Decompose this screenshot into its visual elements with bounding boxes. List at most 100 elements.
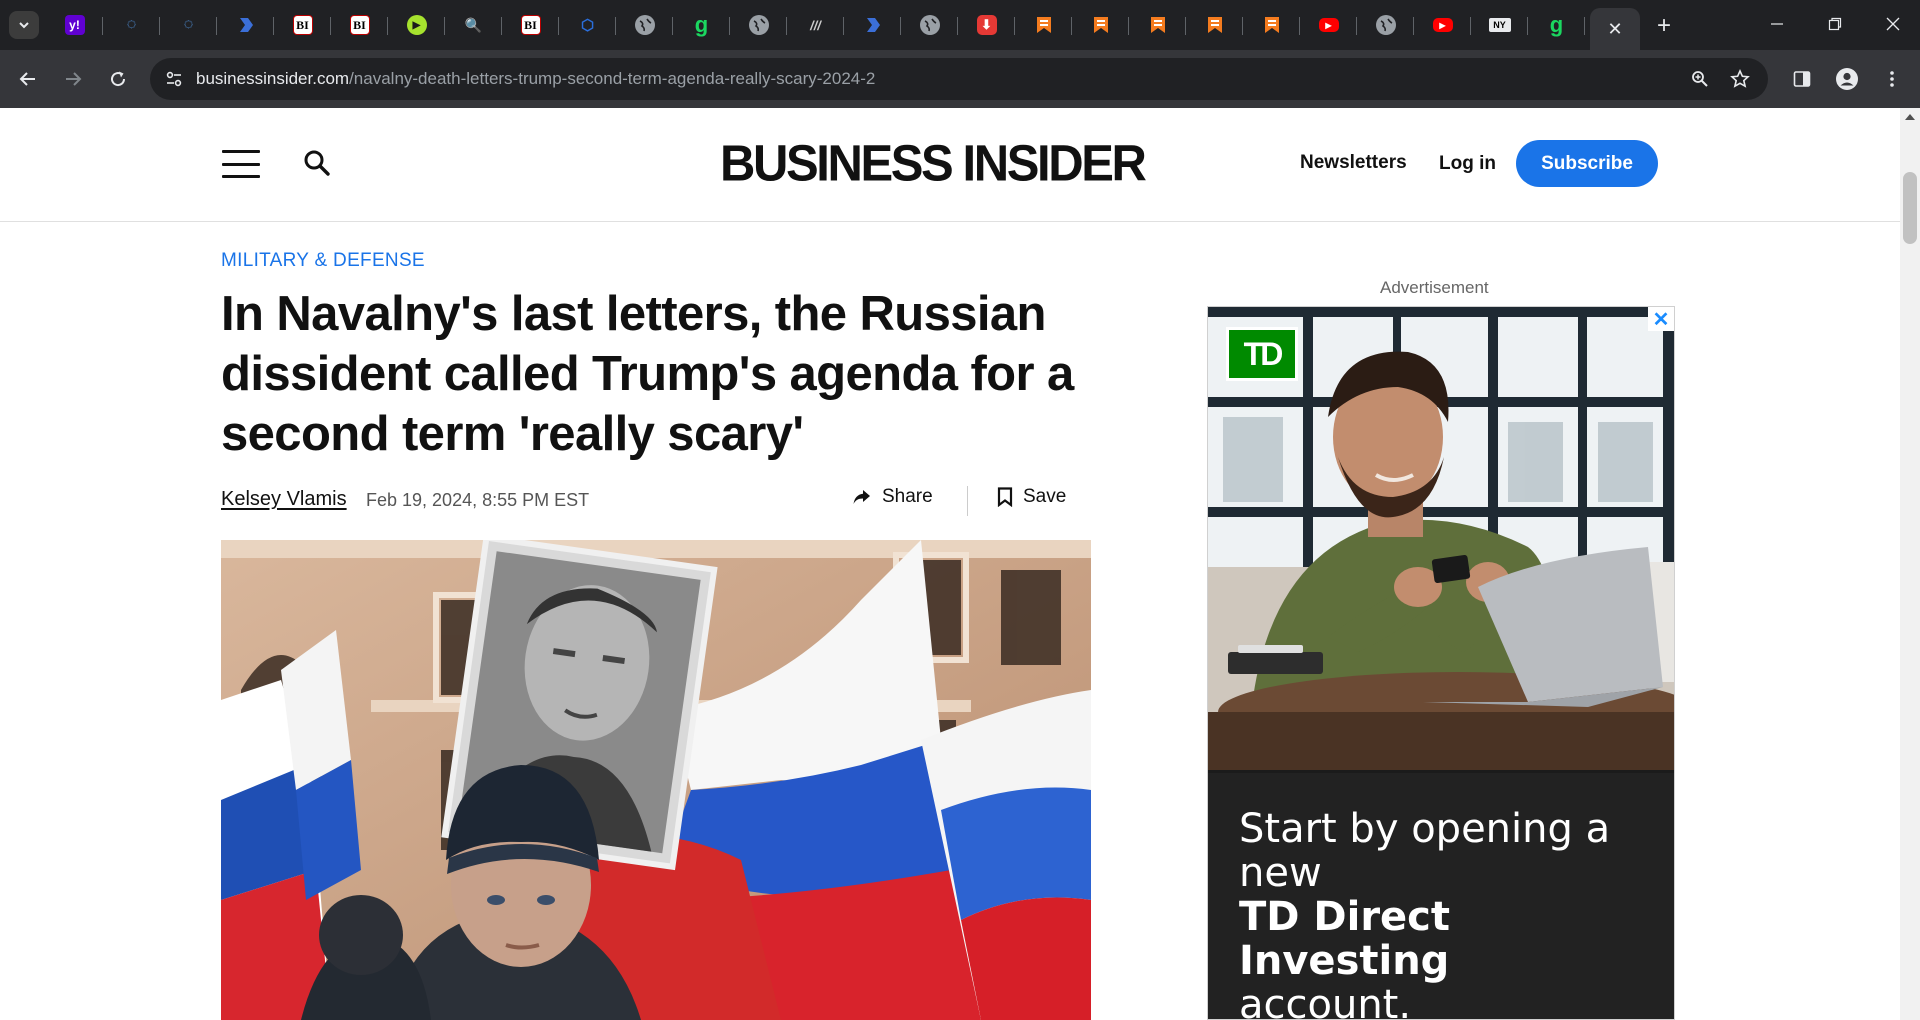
side-panel-icon[interactable] bbox=[1786, 63, 1818, 95]
site-info-icon[interactable] bbox=[162, 67, 186, 91]
reload-icon bbox=[111, 71, 126, 87]
page-content: BUSINESS INSIDER Newsletters Log in Subs… bbox=[0, 108, 1900, 1020]
pinned-tab[interactable] bbox=[1243, 0, 1300, 50]
td-logo: TD bbox=[1226, 327, 1298, 381]
minimize-icon bbox=[1771, 23, 1783, 25]
pinned-tab[interactable]: g bbox=[673, 0, 730, 50]
pinned-tab[interactable]: 🔍 bbox=[445, 0, 502, 50]
pinned-tab[interactable]: ▶ bbox=[1414, 0, 1471, 50]
pinned-tab[interactable] bbox=[844, 0, 901, 50]
bookmark-star-icon[interactable] bbox=[1728, 67, 1752, 91]
author-link[interactable]: Kelsey Vlamis bbox=[221, 488, 347, 511]
youtube-icon: ▶ bbox=[1318, 18, 1339, 32]
pinned-tab[interactable] bbox=[1357, 0, 1414, 50]
scroll-up-icon[interactable] bbox=[1905, 114, 1915, 120]
globe-icon bbox=[919, 15, 940, 35]
pinned-tab[interactable]: ◌ bbox=[160, 0, 217, 50]
ad-close-icon[interactable]: ✕ bbox=[1648, 307, 1674, 331]
reload-button[interactable] bbox=[102, 63, 134, 95]
pinned-tab[interactable] bbox=[616, 0, 673, 50]
back-button[interactable] bbox=[12, 63, 44, 95]
bookmark-icon bbox=[1034, 15, 1054, 35]
article-hero-image bbox=[221, 540, 1091, 1020]
globe-icon bbox=[1375, 15, 1396, 35]
pinned-tab[interactable] bbox=[1129, 0, 1186, 50]
site-logo[interactable]: BUSINESS INSIDER bbox=[720, 135, 1147, 193]
pinned-tab[interactable] bbox=[1186, 0, 1243, 50]
pinned-tab[interactable]: ⬇ bbox=[958, 0, 1015, 50]
url-domain: businessinsider.com bbox=[196, 69, 350, 88]
subscribe-button[interactable]: Subscribe bbox=[1516, 140, 1658, 187]
pinned-tab[interactable]: y! bbox=[46, 0, 103, 50]
close-tab-icon[interactable]: ✕ bbox=[1607, 19, 1622, 40]
pinned-tab[interactable] bbox=[217, 0, 274, 50]
forward-button[interactable] bbox=[57, 63, 89, 95]
bookmark-icon bbox=[1148, 15, 1168, 35]
pinned-tab[interactable] bbox=[730, 0, 787, 50]
pinned-tab[interactable]: ⬡ bbox=[559, 0, 616, 50]
forward-arrow-icon bbox=[66, 72, 82, 86]
active-tab[interactable]: ✕ bbox=[1590, 8, 1640, 50]
pinned-tab[interactable]: /// bbox=[787, 0, 844, 50]
pinned-tab[interactable]: ▶ bbox=[388, 0, 445, 50]
scrollbar-thumb[interactable] bbox=[1903, 172, 1917, 244]
save-label: Save bbox=[1023, 486, 1067, 507]
pinned-tab[interactable]: BI bbox=[274, 0, 331, 50]
hamburger-menu-icon[interactable] bbox=[222, 150, 260, 178]
newsletters-link[interactable]: Newsletters bbox=[1300, 152, 1407, 174]
search-icon[interactable] bbox=[302, 148, 332, 178]
pinned-tab[interactable]: ▶ bbox=[1300, 0, 1357, 50]
pinned-tab[interactable]: g bbox=[1528, 0, 1585, 50]
g-icon: g bbox=[1549, 12, 1564, 37]
new-tab-button[interactable]: + bbox=[1650, 12, 1678, 40]
arrow-icon bbox=[236, 15, 256, 35]
pinned-tab[interactable]: ◌ bbox=[103, 0, 160, 50]
search-icon: 🔍 bbox=[464, 16, 483, 33]
pin-icon: ⬇ bbox=[976, 15, 997, 35]
browser-menu-icon[interactable] bbox=[1876, 63, 1908, 95]
ad-copy-line3: account. bbox=[1239, 982, 1412, 1020]
play-icon: ▶ bbox=[406, 15, 427, 35]
zoom-icon[interactable] bbox=[1688, 67, 1712, 91]
pinned-tab[interactable] bbox=[901, 0, 958, 50]
bookmark-icon bbox=[1205, 15, 1225, 35]
page-scrollbar[interactable] bbox=[1900, 108, 1920, 1020]
bookmark-icon bbox=[1262, 15, 1282, 35]
publish-date: Feb 19, 2024, 8:55 PM EST bbox=[366, 490, 590, 510]
url-text[interactable]: businessinsider.com/navalny-death-letter… bbox=[196, 69, 875, 89]
address-bar[interactable]: businessinsider.com/navalny-death-letter… bbox=[150, 58, 1768, 100]
hero-photo bbox=[221, 540, 1091, 1020]
article-category[interactable]: MILITARY & DEFENSE bbox=[221, 250, 425, 272]
business-insider-icon: BI bbox=[349, 15, 370, 35]
pinned-tab-list: y! ◌ ◌ BI BI ▶ 🔍 BI ⬡ g /// ⬇ ▶ ▶ NY g bbox=[46, 0, 1585, 50]
back-arrow-icon bbox=[19, 72, 35, 86]
business-insider-icon: BI bbox=[520, 15, 541, 35]
share-button[interactable]: Share bbox=[852, 486, 933, 508]
tab-search-button[interactable] bbox=[9, 11, 39, 39]
login-link[interactable]: Log in bbox=[1439, 153, 1496, 175]
save-button[interactable]: Save bbox=[997, 486, 1066, 508]
minimize-button[interactable] bbox=[1748, 0, 1806, 48]
arrow-icon bbox=[863, 15, 883, 35]
ad-copy-bold: TD Direct Investing bbox=[1239, 894, 1451, 984]
cube-icon: ⬡ bbox=[580, 17, 595, 34]
pinned-tab[interactable]: BI bbox=[502, 0, 559, 50]
ad-copy[interactable]: Start by opening a new TD Direct Investi… bbox=[1239, 806, 1659, 1020]
pinned-tab[interactable]: BI bbox=[331, 0, 388, 50]
browser-tabstrip: y! ◌ ◌ BI BI ▶ 🔍 BI ⬡ g /// ⬇ ▶ ▶ NY g ✕ + bbox=[0, 0, 1920, 50]
bookmark-icon bbox=[1091, 15, 1111, 35]
youtube-icon: ▶ bbox=[1432, 18, 1453, 32]
pinned-tab[interactable] bbox=[1015, 0, 1072, 50]
restore-button[interactable] bbox=[1806, 0, 1864, 48]
globe-icon bbox=[634, 15, 655, 35]
pinned-tab[interactable]: NY bbox=[1471, 0, 1528, 50]
profile-avatar-icon[interactable] bbox=[1831, 63, 1863, 95]
yahoo-icon: y! bbox=[64, 15, 85, 35]
slash-icon: /// bbox=[810, 17, 821, 33]
td-advertisement[interactable]: ✕ TD Start by opening a new TD Direct In… bbox=[1207, 306, 1675, 1020]
ad-copy-line1: Start by opening a new bbox=[1239, 806, 1611, 896]
share-label: Share bbox=[882, 486, 933, 507]
close-window-button[interactable] bbox=[1864, 0, 1920, 48]
close-icon bbox=[1886, 17, 1900, 31]
pinned-tab[interactable] bbox=[1072, 0, 1129, 50]
